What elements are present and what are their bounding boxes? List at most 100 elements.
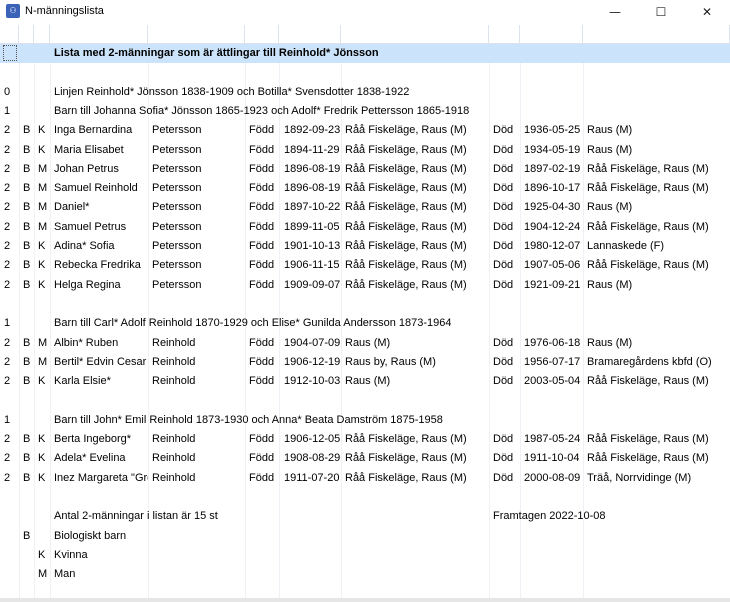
lineage-row[interactable]: 0 Linjen Reinhold* Jönsson 1838-1909 och … <box>0 83 730 102</box>
born-label-cell: Född <box>249 471 275 484</box>
person-row[interactable]: 2 B K Rebecka Fredrika Petersson Född 1906-11-… <box>0 256 730 275</box>
person-row[interactable]: 2 B K Adela* Evelina Reinhold Född 1908-08-29 R… <box>0 449 730 468</box>
first-name-cell: Helga Regina <box>54 278 121 291</box>
level-cell: 2 <box>4 182 11 195</box>
died-label-cell: Död <box>493 124 514 137</box>
column-header-sex[interactable] <box>34 25 50 44</box>
born-label-cell: Född <box>249 124 275 137</box>
person-row[interactable]: 2 B M Samuel Reinhold Petersson Född 1896-08-1… <box>0 179 730 198</box>
first-name-cell: Daniel* <box>54 201 90 214</box>
born-date-cell: 1912-10-03 <box>284 375 341 388</box>
born-date-cell: 1894-11-29 <box>284 143 340 156</box>
born-date-cell: 1908-08-29 <box>284 452 341 465</box>
died-label-cell: Död <box>493 162 514 175</box>
person-row[interactable]: 2 B K Karla Elsie* Reinhold Född 1912-10-03 Rau… <box>0 372 730 391</box>
level-cell: 2 <box>4 201 11 214</box>
person-row[interactable]: 2 B K Adina* Sofia Petersson Född 1901-10-13 Rå… <box>0 237 730 256</box>
group-header-row[interactable]: 1 Barn till Carl* Adolf Reinhold 1870-192… <box>0 314 730 333</box>
column-header-born-date[interactable] <box>279 25 341 44</box>
level-cell: 1 <box>4 104 11 117</box>
column-header-b[interactable] <box>19 25 34 44</box>
last-name-cell: Petersson <box>152 278 202 291</box>
person-row[interactable]: 2 B M Bertil* Edvin Cesar Reinhold Född 1906-1… <box>0 353 730 372</box>
died-place-cell: Råå Fiskeläge, Raus (M) <box>587 162 709 175</box>
died-label-cell: Död <box>493 182 514 195</box>
sex-cell: K <box>38 278 46 291</box>
died-place-cell: Raus (M) <box>587 124 633 137</box>
legend-row[interactable]: K Kvinna <box>0 546 730 565</box>
n-manningslista-grid[interactable]: Lista med 2-männingar som är ättlingar t… <box>0 25 730 599</box>
person-row[interactable]: 2 B M Albin* Ruben Reinhold Född 1904-07-09 Rau… <box>0 334 730 353</box>
born-label-cell: Född <box>249 143 275 156</box>
empty-row[interactable] <box>0 63 730 82</box>
minimize-button[interactable]: — <box>592 0 638 24</box>
born-place-cell: Råå Fiskeläge, Raus (M) <box>345 433 467 445</box>
person-row[interactable]: 2 B M Samuel Petrus Petersson Född 1899-11-05 R… <box>0 218 730 237</box>
maximize-button[interactable]: ☐ <box>638 0 684 24</box>
died-date-cell: 1976-06-18 <box>524 336 581 349</box>
first-name-cell: Rebecka Fredrika <box>54 259 141 272</box>
legend-row[interactable]: M Man <box>0 565 730 584</box>
legend-row[interactable]: B Biologiskt barn <box>0 527 730 546</box>
group-header-row[interactable]: 1 Barn till John* Emil Reinhold 1873-1930… <box>0 411 730 430</box>
level-cell: 0 <box>4 85 11 98</box>
column-header-first-name[interactable] <box>50 25 148 44</box>
person-row[interactable]: 2 B K Inga Bernardina Petersson Född 1892-09-2… <box>0 121 730 140</box>
column-header-died-place[interactable] <box>583 25 730 44</box>
person-row[interactable]: 2 B K Berta Ingeborg* Reinhold Född 1906-12-05… <box>0 430 730 449</box>
column-header-died-label[interactable] <box>489 25 520 44</box>
born-place-cell: Raus by, Raus (M) <box>345 355 436 368</box>
died-place-cell: Råå Fiskeläge, Raus (M) <box>587 259 709 272</box>
person-row[interactable]: 2 B K Helga Regina Petersson Född 1909-09-07 Rå… <box>0 276 730 295</box>
last-name-cell: Petersson <box>152 124 202 137</box>
person-row[interactable]: 2 B M Johan Petrus Petersson Född 1896-08-19 Rå… <box>0 160 730 179</box>
group-title: Barn till John* Emil Reinhold 1873-1930 … <box>54 413 443 426</box>
column-header-born-place[interactable] <box>341 25 489 44</box>
level-cell: 2 <box>4 162 11 175</box>
died-date-cell: 1980-12-07 <box>524 240 581 252</box>
column-header-last-name[interactable] <box>148 25 245 44</box>
died-date-cell: 2003-05-04 <box>524 375 581 388</box>
summary-row[interactable]: Antal 2-männingar i listan är 15 st Framt… <box>0 507 730 526</box>
empty-row[interactable] <box>0 391 730 410</box>
column-header-born-label[interactable] <box>245 25 279 44</box>
close-button[interactable]: ✕ <box>684 0 730 24</box>
empty-row[interactable] <box>0 295 730 314</box>
legend-code: M <box>38 568 48 581</box>
level-cell: 1 <box>4 317 11 330</box>
first-name-cell: Adela* Evelina <box>54 452 126 465</box>
empty-row[interactable] <box>0 488 730 507</box>
family-tree-icon: ⚇ <box>6 4 20 18</box>
person-row[interactable]: 2BK Inez Margareta "Greta" Reinhold Född 191… <box>0 469 730 488</box>
sex-cell: M <box>38 220 48 233</box>
died-date-cell: 1925-04-30 <box>524 201 581 214</box>
born-label-cell: Född <box>249 182 275 195</box>
last-name-cell: Petersson <box>152 240 202 252</box>
died-label-cell: Död <box>493 336 514 349</box>
column-header-row <box>0 25 730 44</box>
list-heading-row[interactable]: Lista med 2-männingar som är ättlingar t… <box>0 44 730 63</box>
died-date-cell: 1936-05-25 <box>524 124 581 137</box>
born-place-cell: Råå Fiskeläge, Raus (M) <box>345 471 467 484</box>
legend-text: Man <box>54 568 76 581</box>
child-type-cell: B <box>23 220 31 233</box>
group-header-row[interactable]: 1 Barn till Johanna Sofia* Jönsson 1865-1… <box>0 102 730 121</box>
level-cell: 2 <box>4 375 11 388</box>
sex-cell: M <box>38 162 48 175</box>
born-date-cell: 1906-11-15 <box>284 259 340 272</box>
focus-cell[interactable] <box>3 45 17 61</box>
person-row[interactable]: 2 B M Daniel* Petersson Född 1897-10-22 Råå Fis… <box>0 198 730 217</box>
column-header-died-date[interactable] <box>520 25 583 44</box>
born-place-cell: Råå Fiskeläge, Raus (M) <box>345 220 467 233</box>
first-name-cell: Samuel Reinhold <box>54 182 138 195</box>
column-header-level[interactable] <box>0 25 19 44</box>
sex-cell: K <box>38 471 46 484</box>
died-date-cell: 1921-09-21 <box>524 278 581 291</box>
person-row[interactable]: 2 B K Maria Elisabet Petersson Född 1894-11-29… <box>0 141 730 160</box>
born-date-cell: 1901-10-13 <box>284 240 341 252</box>
child-type-cell: B <box>23 124 31 137</box>
sex-cell: K <box>38 452 46 465</box>
born-date-cell: 1896-08-19 <box>284 182 341 195</box>
legend-text: Biologiskt barn <box>54 529 127 542</box>
level-cell: 2 <box>4 471 11 484</box>
